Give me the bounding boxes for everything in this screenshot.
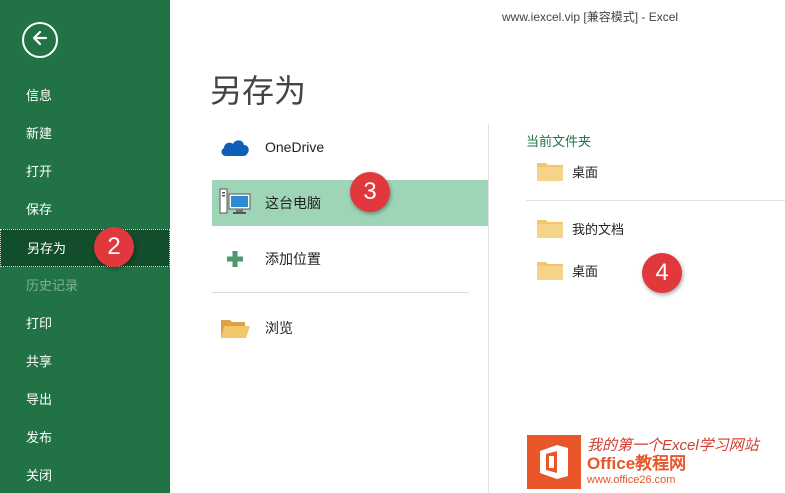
- nav-item-export[interactable]: 导出: [0, 381, 170, 419]
- callout-badge-3: 3: [350, 172, 390, 212]
- location-label: 添加位置: [265, 251, 321, 267]
- nav-item-publish[interactable]: 发布: [0, 419, 170, 457]
- window-title: www.iexcel.vip [兼容模式] - Excel: [502, 10, 679, 24]
- watermark-url: www.office26.com: [587, 473, 676, 486]
- location-add-place[interactable]: 添加位置: [212, 236, 489, 282]
- folder-icon: [536, 160, 564, 182]
- folder-item-desktop-current[interactable]: 桌面: [526, 156, 785, 186]
- folder-label: 桌面: [572, 263, 599, 279]
- nav-item-close[interactable]: 关闭: [0, 457, 170, 493]
- watermark-brand: Office教程网: [587, 453, 687, 473]
- computer-icon: [218, 188, 252, 218]
- back-button[interactable]: [22, 22, 58, 58]
- folder-item-my-documents[interactable]: 我的文档: [526, 213, 785, 243]
- folder-icon: [536, 217, 564, 239]
- nav-item-info[interactable]: 信息: [0, 77, 170, 115]
- folders-divider: [526, 200, 785, 201]
- location-onedrive[interactable]: OneDrive: [212, 124, 489, 170]
- locations-divider: [212, 292, 469, 293]
- nav-item-new[interactable]: 新建: [0, 115, 170, 153]
- plus-icon: [218, 244, 252, 274]
- location-label: 浏览: [265, 320, 293, 336]
- location-label: OneDrive: [265, 139, 325, 155]
- cloud-icon: [218, 132, 252, 162]
- location-browse[interactable]: 浏览: [212, 305, 489, 351]
- pane-divider: [488, 124, 489, 493]
- callout-badge-2: 2: [94, 227, 134, 267]
- save-locations-list: OneDrive 这台电脑 添加位置 浏览: [212, 124, 489, 361]
- backstage-nav: 信息 新建 打开 保存 另存为 历史记录 打印 共享 导出 发布 关闭: [0, 77, 170, 493]
- watermark: 我的第一个Excel学习网站 Office教程网 www.office26.co…: [527, 435, 759, 489]
- folder-label: 桌面: [572, 164, 599, 180]
- folder-open-icon: [218, 313, 252, 343]
- callout-badge-4: 4: [642, 253, 682, 293]
- location-label: 这台电脑: [265, 195, 321, 211]
- page-title: 另存为: [210, 73, 307, 109]
- office-logo-icon: [527, 435, 581, 489]
- folder-icon: [536, 259, 564, 281]
- nav-item-save-as[interactable]: 另存为: [0, 229, 170, 267]
- back-arrow-icon: [30, 28, 50, 53]
- watermark-tagline: 我的第一个Excel学习网站: [587, 437, 759, 455]
- nav-item-share[interactable]: 共享: [0, 343, 170, 381]
- folder-label: 我的文档: [572, 221, 625, 237]
- backstage-sidebar: 信息 新建 打开 保存 另存为 历史记录 打印 共享 导出 发布 关闭: [0, 0, 170, 493]
- current-folder-heading: 当前文件夹: [526, 134, 592, 149]
- nav-item-print[interactable]: 打印: [0, 305, 170, 343]
- nav-item-open[interactable]: 打开: [0, 153, 170, 191]
- nav-item-history: 历史记录: [26, 278, 79, 293]
- nav-item-save[interactable]: 保存: [0, 191, 170, 229]
